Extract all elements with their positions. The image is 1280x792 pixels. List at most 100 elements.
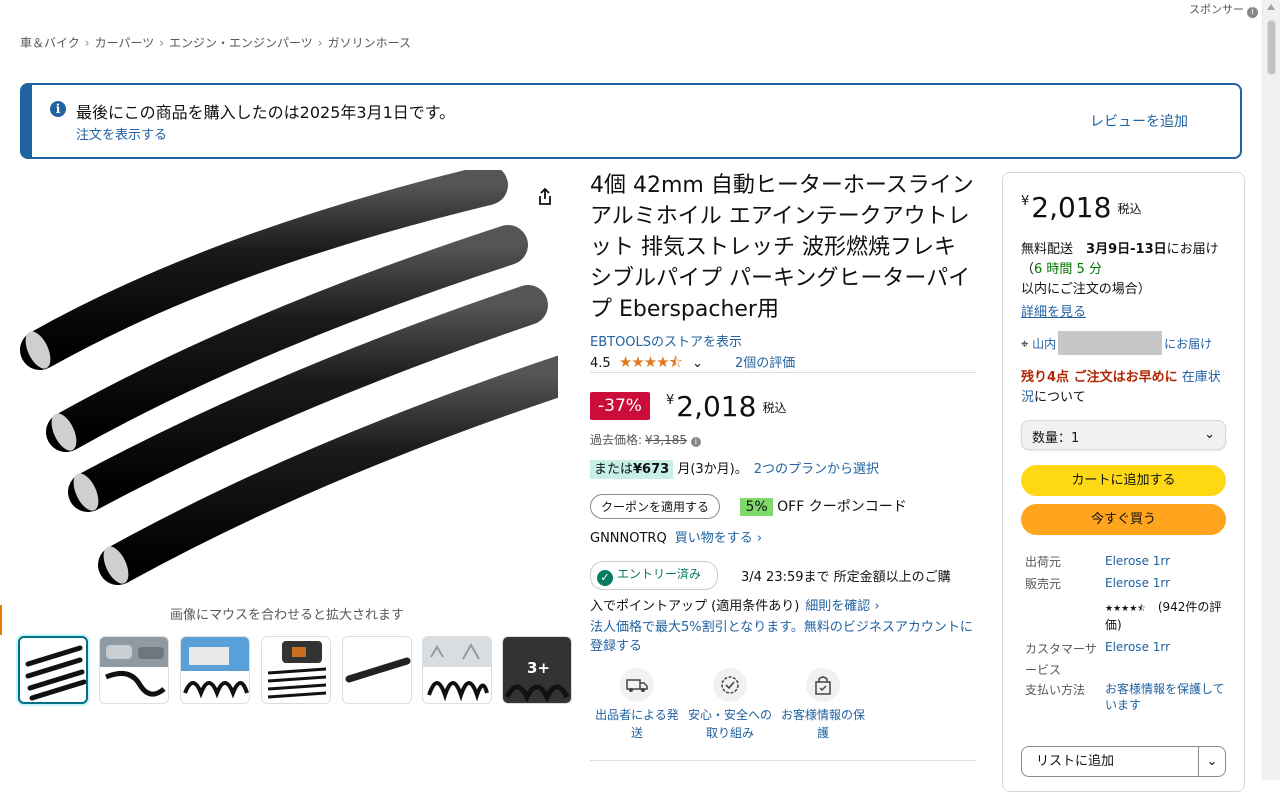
delivery-location[interactable]: ⌖ 山内 にお届け	[1021, 331, 1212, 355]
truck-icon	[620, 668, 654, 702]
seller-rating: ★★★★⯪ (942件の評価)	[1105, 599, 1225, 633]
coupon-text: OFF クーポンコード	[777, 499, 907, 515]
price-value: 2,018	[1031, 191, 1112, 224]
breadcrumb-item-car-parts[interactable]: カーパーツ	[95, 36, 155, 50]
feature-label: 出品者による発送	[595, 708, 679, 740]
share-icon[interactable]	[534, 186, 556, 208]
business-account-link[interactable]: 法人価格で最大5%割引となります。無料のビジネスアカウントに登録する	[590, 618, 975, 656]
entry-badge[interactable]: ✓ エントリー済み	[590, 561, 719, 590]
buy-now-button[interactable]: 今すぐ買う	[1021, 504, 1226, 535]
purchase-history-banner: i 最後にこの商品を購入したのは2025年3月1日です。 注文を表示する レビュ…	[20, 83, 1242, 159]
delivery-suffix: 以内にご注文の場合）	[1021, 282, 1151, 297]
feature-seller-ship[interactable]: 出品者による発送	[591, 668, 683, 742]
list-price: 過去価格: ¥3,185 i	[590, 431, 701, 448]
scrollbar[interactable]	[1262, 0, 1280, 780]
stock-warning: 残り4点 ご注文はお早めに	[1021, 370, 1178, 385]
coupon-code-row: GNNNOTRQ 買い物をする ›	[590, 527, 762, 546]
review-count-link[interactable]: 2個の評価	[735, 356, 795, 371]
location-pin-icon: ⌖	[1021, 337, 1029, 352]
stock-suffix: について	[1034, 390, 1086, 405]
chevron-down-icon: ⌄	[1204, 427, 1215, 442]
add-review-link[interactable]: レビューを追加	[1090, 111, 1188, 131]
shop-link[interactable]: 買い物をする ›	[675, 531, 762, 546]
thumbnail-more[interactable]: 3+	[502, 636, 572, 704]
feature-label: お客様情報の保護	[780, 708, 865, 740]
seller-label: 販売元	[1025, 577, 1062, 591]
shield-check-icon	[713, 668, 747, 702]
store-link[interactable]: EBTOOLSのストアを表示	[590, 331, 742, 350]
seller-link[interactable]: Elerose 1rr	[1105, 575, 1225, 591]
thumbnail-3[interactable]	[180, 636, 250, 704]
redacted-address	[1058, 331, 1163, 355]
list-price-value: ¥3,185	[645, 433, 688, 447]
monthly-prefix: または	[594, 462, 634, 477]
lock-bag-icon	[806, 668, 840, 702]
info-icon[interactable]: i	[690, 437, 701, 447]
last-purchase-message: 最後にこの商品を購入したのは2025年3月1日です。	[76, 103, 456, 122]
divider	[590, 760, 976, 761]
tax-label: 税込	[762, 401, 787, 415]
feature-safety[interactable]: 安心・安全への取り組み	[684, 668, 776, 742]
chevron-down-icon[interactable]: ⌄	[1198, 747, 1225, 776]
feature-privacy[interactable]: お客様情報の保護	[777, 668, 869, 742]
star-rating-icon[interactable]: ★★★★⯪	[619, 353, 683, 371]
thumbnail-4[interactable]	[261, 636, 331, 704]
coupon-percent: 5%	[740, 498, 773, 516]
payment-link[interactable]: お客様情報を保護しています	[1105, 681, 1225, 713]
buybox-price: ¥2,018 税込	[1021, 191, 1141, 224]
thumbnail-5[interactable]	[342, 636, 412, 704]
add-to-list-label: リストに追加	[1036, 754, 1115, 769]
location-prefix: 山内	[1032, 337, 1057, 351]
add-to-cart-button[interactable]: カートに追加する	[1021, 465, 1226, 496]
rating-value: 4.5	[590, 356, 611, 371]
delivery-prefix: 無料配送	[1021, 242, 1074, 257]
scroll-up-arrow[interactable]	[1267, 4, 1275, 10]
check-icon: ✓	[597, 570, 613, 586]
currency-symbol: ¥	[666, 393, 675, 408]
rating-row: 4.5 ★★★★⯪ ⌄ 2個の評価	[590, 352, 795, 377]
scrollbar-thumb[interactable]	[1267, 20, 1276, 75]
thumbnail-1[interactable]	[18, 636, 88, 704]
view-order-link[interactable]: 注文を表示する	[76, 124, 167, 143]
cs-label: カスタマーサービス	[1025, 642, 1097, 677]
thumbnail-6[interactable]	[422, 636, 492, 704]
breadcrumb-item-engine[interactable]: エンジン・エンジンパーツ	[169, 36, 313, 50]
cs-link[interactable]: Elerose 1rr	[1105, 639, 1225, 655]
breadcrumb-item-car[interactable]: 車＆バイク	[20, 36, 80, 50]
hose-4	[98, 355, 558, 585]
price-value: 2,018	[676, 390, 757, 423]
delivery-countdown: 6 時間 5 分	[1034, 262, 1102, 277]
terms-link[interactable]: 細則を確認 ›	[805, 599, 879, 614]
entry-text2: 入でポイントアップ (適用条件あり)	[590, 599, 800, 614]
entry-line2: 入でポイントアップ (適用条件あり) 細則を確認 ›	[590, 595, 880, 614]
stock-status: 残り4点 ご注文はお早めに 在庫状況について	[1021, 368, 1231, 408]
monthly-suffix: 月(3か月)。	[677, 462, 748, 477]
delivery-info: 無料配送 3月9日-13日にお届け（6 時間 5 分以内にご注文の場合）	[1021, 240, 1231, 300]
seller-stars-icon: ★★★★⯪	[1105, 604, 1146, 614]
chevron-down-icon[interactable]: ⌄	[692, 356, 703, 371]
main-product-image[interactable]	[18, 170, 558, 600]
quantity-select[interactable]: 数量：1 ⌄	[1021, 420, 1226, 450]
quantity-value: 数量：1	[1032, 431, 1080, 446]
delivery-date: 3月9日-13日	[1086, 242, 1167, 257]
breadcrumb-item-fuel-hose[interactable]: ガソリンホース	[328, 36, 411, 50]
plans-link[interactable]: 2つのプランから選択	[754, 462, 879, 477]
add-to-list-button[interactable]: リストに追加 ⌄	[1021, 746, 1226, 777]
thumbnail-2[interactable]	[99, 636, 169, 704]
discount-badge: -37%	[590, 392, 650, 420]
coupon-code: GNNNOTRQ	[590, 531, 667, 546]
info-icon[interactable]: i	[1247, 7, 1258, 18]
details-link[interactable]: 詳細を見る	[1021, 301, 1086, 320]
shipper-label: 出荷元	[1025, 555, 1062, 569]
page-edge-marker	[0, 605, 2, 635]
divider	[590, 372, 976, 373]
more-images-label: 3+	[527, 659, 551, 677]
apply-coupon-button[interactable]: クーポンを適用する	[590, 494, 721, 519]
sponsored-label[interactable]: スポンサー i	[1189, 1, 1258, 18]
entry-text: 3/4 23:59まで 所定金額以上のご購	[741, 570, 951, 585]
entry-badge-label: エントリー済み	[617, 567, 702, 581]
zoom-hint: 画像にマウスを合わせると拡大されます	[170, 608, 405, 623]
product-title: 4個 42mm 自動ヒーターホースライン アルミホイル エアインテークアウトレッ…	[590, 173, 974, 322]
shipper-link[interactable]: Elerose 1rr	[1105, 553, 1225, 569]
sponsored-text: スポンサー	[1189, 3, 1244, 16]
